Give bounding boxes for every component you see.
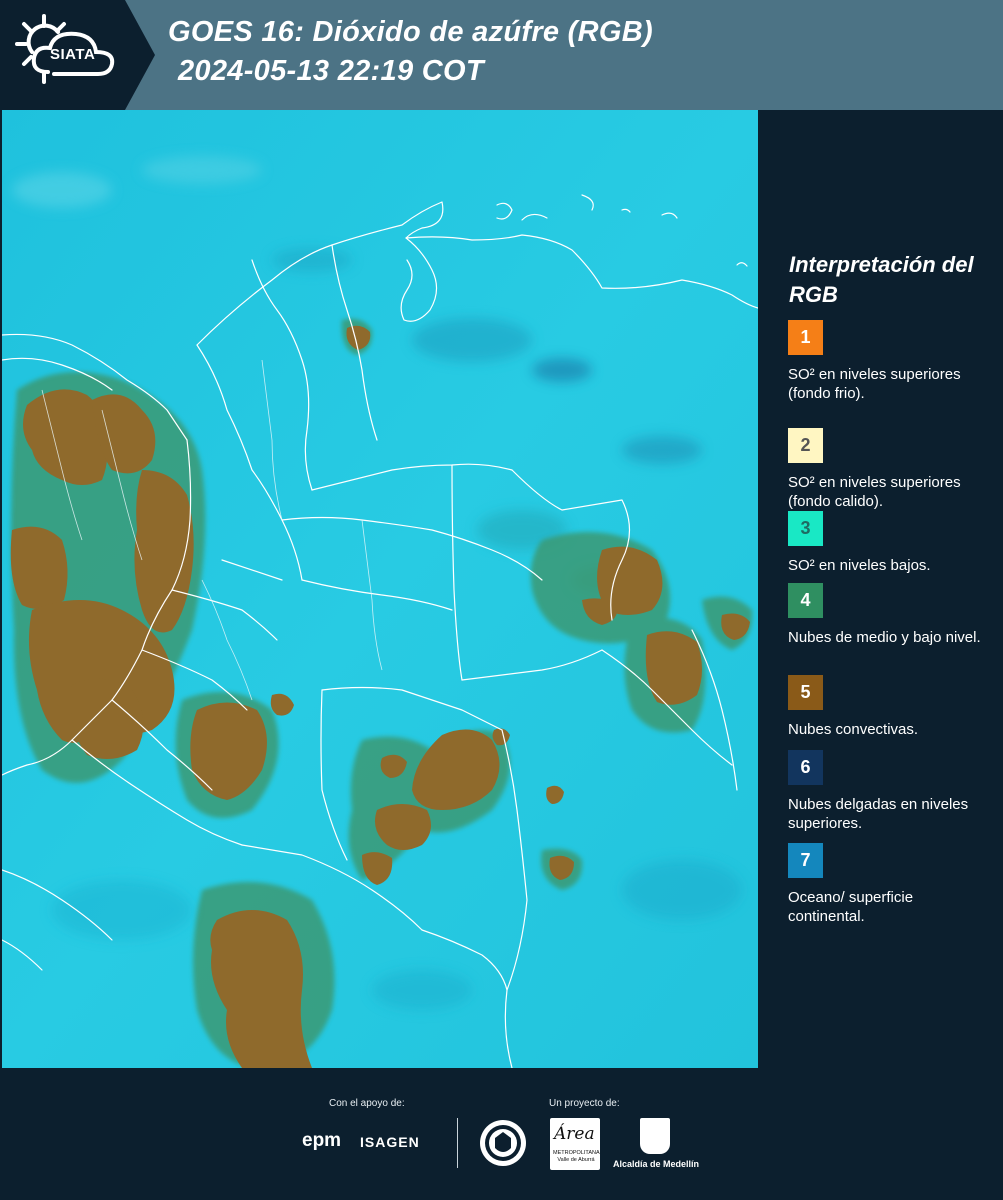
legend-swatch: 4 [788,583,823,618]
footer-divider [457,1118,458,1168]
legend-label: SO² en niveles bajos. [788,557,931,574]
area-metropolitana-logo[interactable]: Área METROPOLITANA Valle de Aburrá [550,1118,600,1170]
header-bar: SIATA GOES 16: Dióxido de azúfre (RGB) 2… [0,0,1003,110]
isagen-logo[interactable]: ISAGEN [360,1134,420,1150]
legend-label: Oceano/ superficie continental. [788,889,914,925]
legend-item: 2 SO² en niveles superiores (fondo calido… [788,428,988,511]
legend-label: SO² en niveles superiores (fondo calido)… [788,474,961,510]
siata-logo-text: SIATA [50,46,96,63]
area-logo-subtitle: METROPOLITANA Valle de Aburrá [553,1150,600,1163]
legend-label: Nubes convectivas. [788,721,919,738]
epm-logo[interactable]: epm [302,1130,341,1152]
timestamp: 2024-05-13 22:19 COT [178,55,484,87]
legend-swatch: 3 [788,511,823,546]
area-logo-script: Área [554,1124,595,1144]
alcaldia-logo-label: Alcaldía de Medellín [613,1159,700,1169]
page-title: GOES 16: Dióxido de azúfre (RGB) [168,16,653,48]
legend-item: 7 Oceano/ superficie continental. [788,843,988,926]
footer: Con el apoyo de: Un proyecto de: epm ISA… [0,1068,1003,1200]
legend-swatch: 1 [788,320,823,355]
project-label: Un proyecto de: [549,1098,620,1109]
legend-label: Nubes delgadas en niveles superiores. [788,796,969,832]
legend-item: 3 SO² en niveles bajos. [788,511,988,575]
legend-item: 5 Nubes convectivas. [788,675,988,739]
legend-item: 6 Nubes delgadas en niveles superiores. [788,750,988,833]
legend-panel: Interpretación del RGB 1 SO² en niveles s… [762,110,1003,1068]
alcaldia-shield-icon[interactable] [640,1118,670,1154]
legend-swatch: 6 [788,750,823,785]
satellite-map[interactable] [2,110,758,1068]
legend-item: 4 Nubes de medio y bajo nivel. [788,583,988,647]
legend-item: 1 SO² en niveles superiores (fondo frio). [788,320,988,403]
satellite-image [2,110,758,1068]
medellin-seal-icon[interactable] [478,1118,528,1168]
support-label: Con el apoyo de: [329,1098,405,1109]
legend-title: Interpretación del RGB [789,252,974,307]
legend-label: SO² en niveles superiores (fondo frio). [788,366,961,402]
legend-label: Nubes de medio y bajo nivel. [788,629,981,646]
legend-swatch: 5 [788,675,823,710]
legend-swatch: 7 [788,843,823,878]
legend-swatch: 2 [788,428,823,463]
siata-logo[interactable]: SIATA [0,0,155,110]
